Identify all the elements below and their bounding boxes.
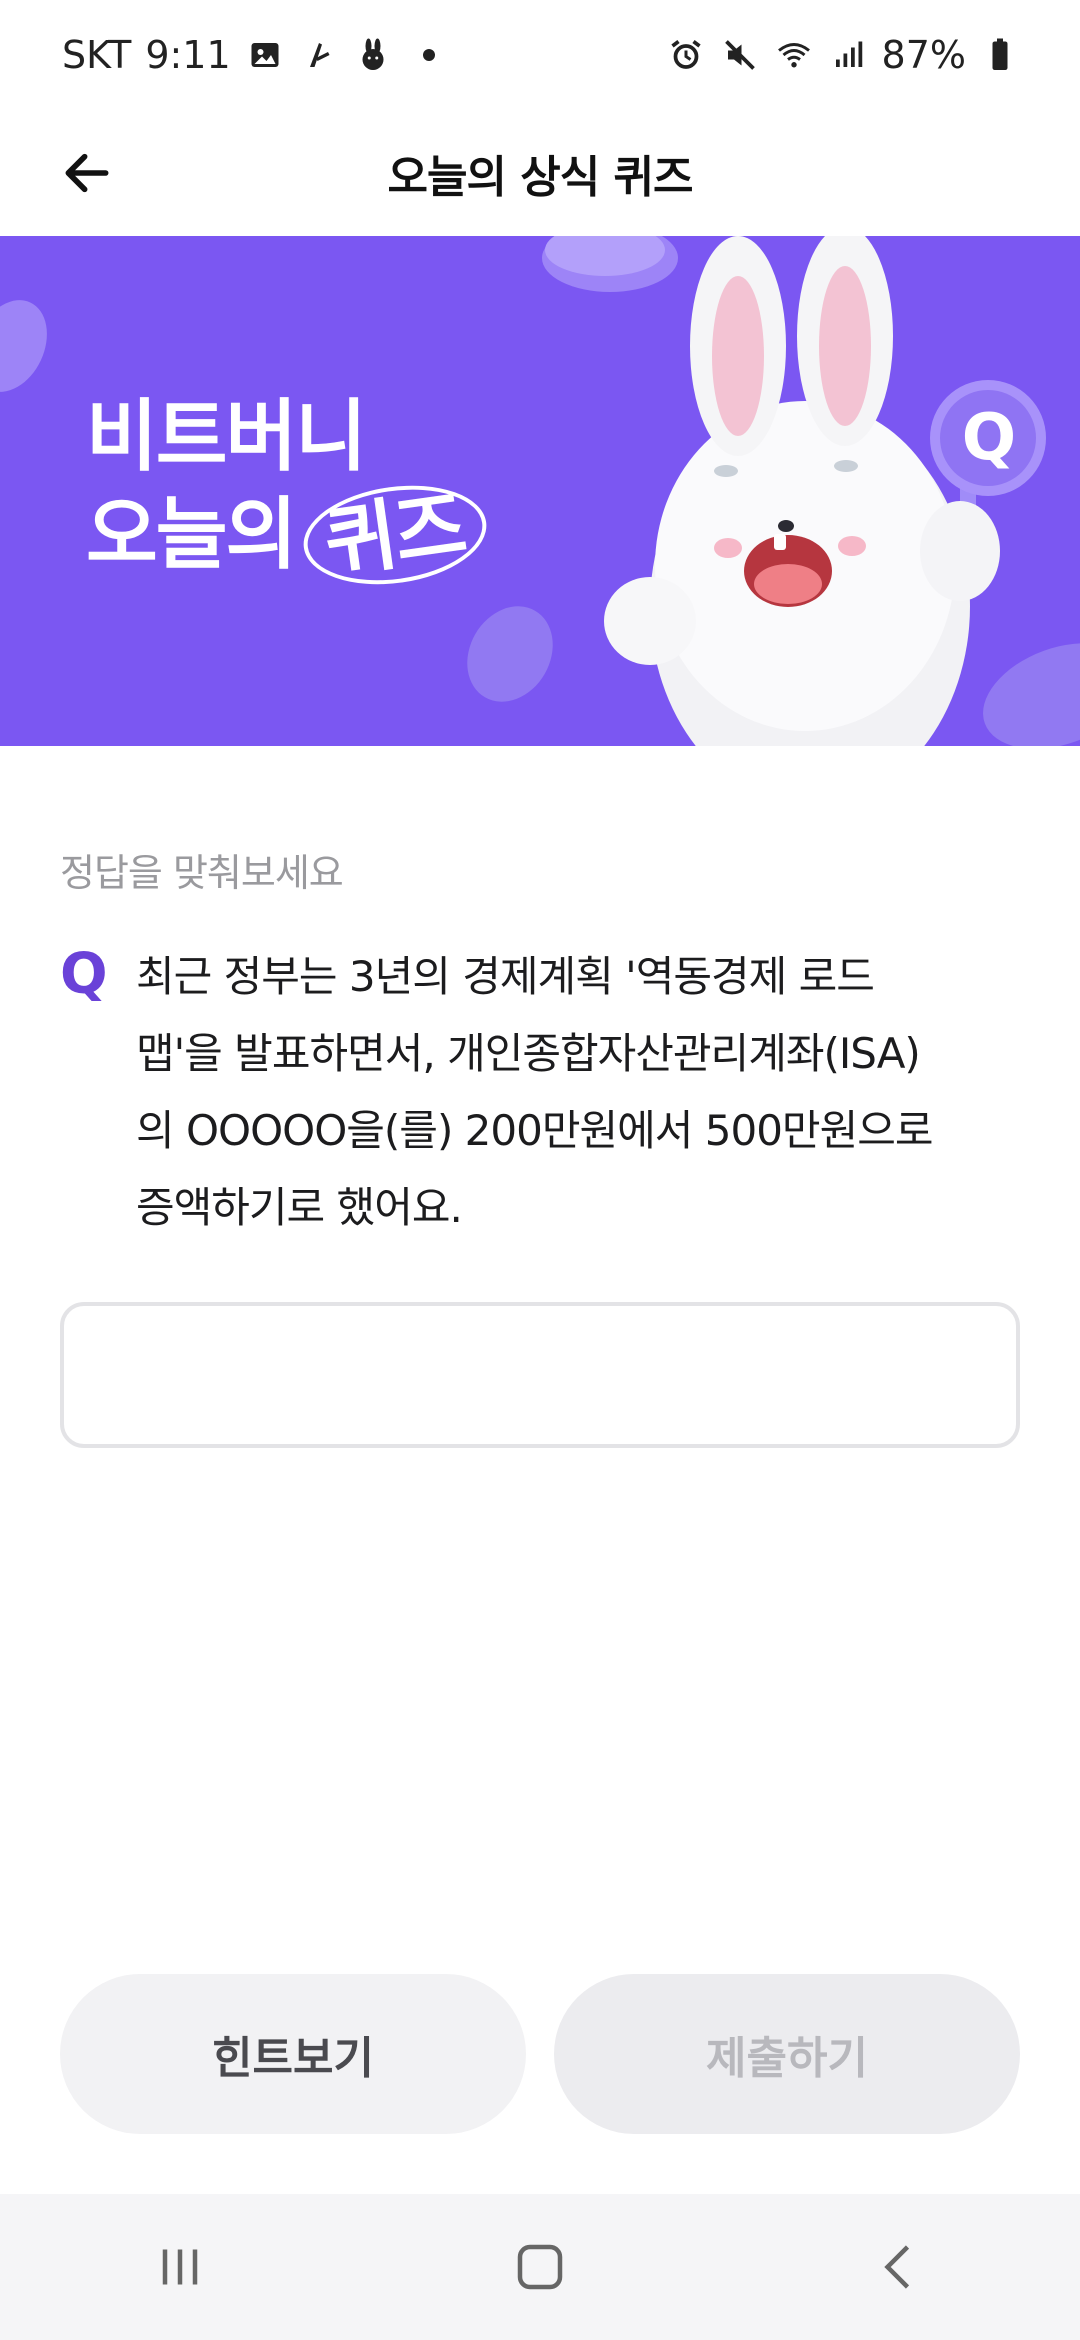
- banner-title-line1: 비트버니: [86, 392, 367, 482]
- clock: 9:11: [145, 33, 231, 77]
- system-back-button[interactable]: [840, 2217, 960, 2317]
- question-mark: Q: [60, 942, 108, 1007]
- gallery-icon: [245, 35, 285, 75]
- back-button[interactable]: [52, 138, 122, 208]
- prompt-label: 정답을 맞춰보세요: [60, 851, 344, 895]
- wifi-icon: [774, 35, 814, 75]
- arrow-left-icon: [65, 153, 109, 193]
- recent-apps-button[interactable]: [120, 2217, 240, 2317]
- status-left: SKT 9:11: [62, 33, 435, 77]
- recent-apps-icon: [162, 2249, 198, 2285]
- battery-percent: 87%: [881, 33, 966, 77]
- signal-icon: [828, 35, 868, 75]
- app-bar: 오늘의 상식 퀴즈: [0, 110, 1080, 236]
- q-badge: Q: [961, 401, 1017, 475]
- app-notification-icon: [299, 35, 339, 75]
- question-line: 맵'을 발표하면서, 개인종합자산관리계좌(ISA): [136, 1029, 921, 1078]
- battery-icon: [980, 35, 1020, 75]
- status-right: 87%: [666, 33, 1020, 77]
- question-line: 증액하기로 했어요.: [136, 1183, 463, 1232]
- home-button[interactable]: [480, 2217, 600, 2317]
- carrier-label: SKT: [62, 33, 132, 77]
- quiz-banner: 비트버니 오늘의 퀴즈 Q: [0, 236, 1080, 746]
- alarm-icon: [666, 35, 706, 75]
- chevron-left-icon: [884, 2245, 910, 2289]
- page-title: 오늘의 상식 퀴즈: [387, 152, 694, 203]
- bunny-app-icon: [353, 35, 393, 75]
- question-line: 의 OOOOO을(를) 200만원에서 500만원으로: [136, 1106, 934, 1155]
- banner-title: 비트버니 오늘의 퀴즈: [86, 388, 493, 596]
- notification-dot-icon: [422, 49, 435, 61]
- question-text: 최근 정부는 3년의 경제계획 '역동경제 로드 맵'을 발표하면서, 개인종합…: [136, 938, 1036, 1246]
- hint-button[interactable]: 힌트보기: [60, 1974, 526, 2134]
- answer-input[interactable]: [60, 1302, 1020, 1448]
- system-nav-bar: [0, 2194, 1080, 2340]
- mute-icon: [720, 35, 760, 75]
- question-line: 최근 정부는 3년의 경제계획 '역동경제 로드: [136, 952, 875, 1001]
- banner-title-highlight: 퀴즈: [297, 474, 493, 596]
- submit-button[interactable]: 제출하기: [554, 1974, 1020, 2134]
- banner-title-line2: 오늘의 퀴즈: [86, 474, 493, 596]
- banner-title-prefix: 오늘의: [86, 490, 297, 580]
- home-icon: [517, 2244, 563, 2290]
- status-bar: SKT 9:11 87%: [0, 0, 1080, 110]
